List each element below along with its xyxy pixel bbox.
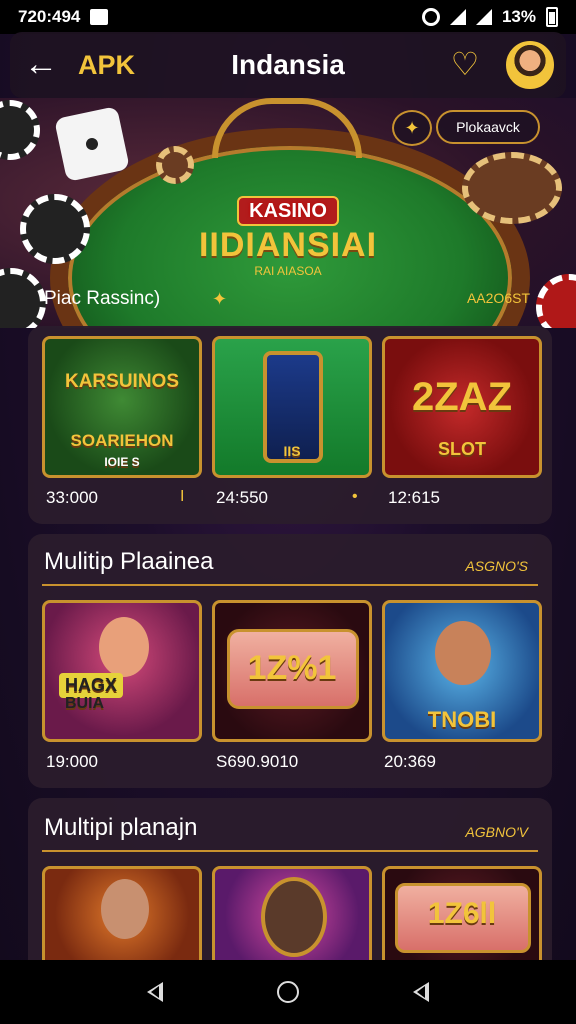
featured-section: KARSUINOS SOARIEHON IOIE S IIS 2ZAZ SLOT…: [28, 326, 552, 524]
battery-percent: 13%: [501, 7, 536, 26]
hero-logo-main: IIDIANSIAI: [198, 226, 378, 264]
wifi-icon: [475, 9, 492, 25]
game-card[interactable]: KARSUINOS SOARIEHON IOIE S: [42, 336, 202, 478]
card-art-title: KARSUINOS: [64, 371, 179, 392]
apk-label[interactable]: APK: [78, 50, 135, 81]
card-art-sub: SLOT: [438, 439, 486, 459]
multiplayer-section-2: Multipi planajn AGBNO'V 1Z6ll: [28, 798, 552, 960]
status-left: 720:494: [18, 7, 109, 27]
game-card[interactable]: 1Z6ll: [382, 866, 542, 960]
hero-caption: Piac Rassinc): [44, 288, 161, 309]
card-mark: I: [180, 488, 185, 505]
nav-home-icon[interactable]: [277, 981, 299, 1003]
card-art-title: 2ZAZ: [412, 375, 512, 419]
game-card[interactable]: [212, 866, 372, 960]
sparkle-icon: ✦: [212, 289, 228, 309]
status-right: 13%: [421, 7, 558, 27]
battery-icon: [546, 7, 558, 27]
status-bar: 720:494 13%: [0, 0, 576, 34]
game-card[interactable]: [42, 866, 202, 960]
signal-icon: [449, 9, 466, 25]
heart-icon[interactable]: ♡: [448, 47, 482, 81]
card-value: 24:550: [216, 488, 268, 507]
game-card[interactable]: IIS: [212, 336, 372, 478]
promo-button[interactable]: Plokaavck: [436, 110, 540, 144]
nav-back-icon[interactable]: [147, 982, 163, 1002]
avatar[interactable]: [506, 41, 554, 89]
spin-icon: ✦: [404, 118, 420, 138]
section-title: Mulitip Plaainea: [44, 548, 214, 575]
card-art-sub: BUIA: [65, 695, 105, 712]
chip-icon: [156, 146, 194, 184]
hero-logo-top-text: KASINO: [237, 196, 339, 226]
game-card[interactable]: HAGX BUIA: [42, 600, 202, 742]
section-more-link[interactable]: ASGNO'S: [465, 558, 528, 574]
card-art-title: 1Z6ll: [427, 897, 497, 930]
alarm-icon: [421, 8, 440, 26]
app-header: ← APK Indansia ♡: [10, 32, 566, 98]
game-card[interactable]: 2ZAZ SLOT: [382, 336, 542, 478]
section-divider: [42, 850, 538, 852]
card-value: 12:615: [388, 488, 440, 507]
card-mark: •: [352, 488, 358, 505]
hero-banner[interactable]: KASINO IIDIANSIAI RAI AIASOA Piac Rassin…: [0, 98, 576, 328]
section-more-link[interactable]: AGBNO'V: [465, 824, 528, 840]
card-art-sub: SOARIEHON: [70, 431, 174, 450]
system-nav-bar: [0, 960, 576, 1024]
section-divider: [42, 584, 538, 586]
card-art-sub: IIS: [283, 443, 301, 459]
card-art-title: 1Z%1: [247, 649, 337, 687]
card-art-sub: TNOBI: [427, 707, 497, 732]
dice-icon: [54, 106, 130, 182]
card-value: S690.9010: [216, 752, 299, 771]
spin-button[interactable]: ✦: [392, 110, 432, 146]
card-art-character: [435, 621, 491, 685]
notification-icon: [90, 9, 109, 25]
card-art-badge: IOIE S: [104, 455, 140, 469]
card-value: 20:369: [384, 752, 436, 771]
card-value: 33:000: [46, 488, 98, 507]
hero-right-text: AA2O6ST: [466, 290, 530, 306]
card-art-character: [101, 879, 149, 939]
multiplayer-section: Mulitip Plaainea ASGNO'S HAGX BUIA 1Z%1 …: [28, 534, 552, 788]
game-card[interactable]: TNOBI: [382, 600, 542, 742]
section-title: Multipi planajn: [44, 814, 198, 841]
nav-recents-icon[interactable]: [413, 982, 429, 1002]
card-art-character: [99, 617, 149, 677]
hero-logo-sub: RAI AIASOA: [254, 264, 322, 278]
game-card[interactable]: 1Z%1: [212, 600, 372, 742]
back-arrow-icon[interactable]: ←: [24, 47, 60, 83]
card-value: 19:000: [46, 752, 98, 771]
clock: 720:494: [18, 7, 81, 26]
hero-logo-top: KASINO: [0, 196, 576, 226]
card-art-character: [261, 877, 327, 957]
